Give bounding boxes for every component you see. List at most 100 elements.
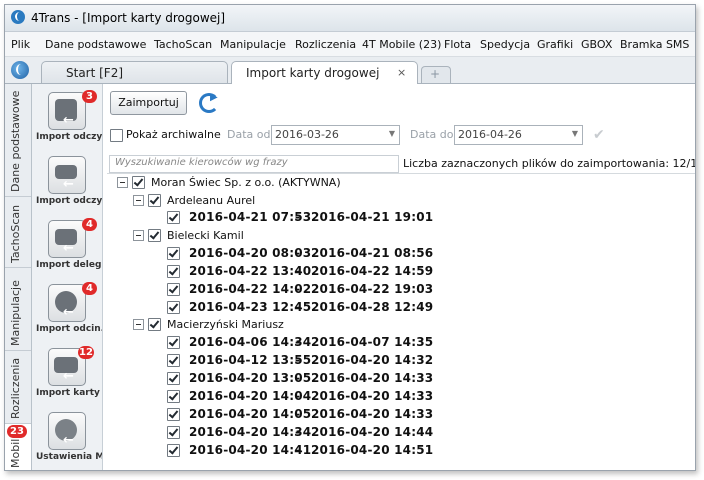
date-to-field[interactable]: 2016-04-26 ▼ (454, 125, 583, 145)
side-tab-manipulacje[interactable]: Manipulacje (5, 268, 31, 351)
date-from-field[interactable]: 2016-03-26 ▼ (271, 125, 400, 145)
driver-card-import-icon: ← (48, 92, 86, 130)
panel-item-label: Import odczy... (36, 132, 102, 142)
panel-item-truck-card-import[interactable]: ← 12 Import karty ... (32, 344, 102, 408)
record-separator: - (295, 335, 301, 349)
driver-checkbox[interactable] (148, 318, 161, 331)
close-icon[interactable]: × (397, 66, 406, 79)
panel-item-vehicle-import[interactable]: ← Import odczy... (32, 152, 102, 216)
import-button[interactable]: Zaimportuj (110, 91, 187, 115)
menu-rozliczenia[interactable]: Rozliczenia (295, 38, 356, 51)
record-start: 2016-04-21 07:53 (189, 210, 312, 224)
search-placeholder: Wyszukiwanie kierowców wg frazy (115, 157, 288, 168)
window-title: 4Trans - [Import karty drogowej] (31, 11, 226, 25)
menu-gbox[interactable]: GBOX (581, 38, 612, 51)
record-start: 2016-04-20 14:05 (189, 407, 312, 421)
menu-plik[interactable]: Plik (11, 38, 30, 51)
menu-4t-mobile[interactable]: 4T Mobile (23) (362, 38, 441, 51)
route-import-icon: ← (48, 284, 86, 322)
record-start: 2016-04-12 13:55 (189, 353, 312, 367)
record-checkbox[interactable] (167, 426, 180, 439)
record-checkbox[interactable] (167, 408, 180, 421)
record-start: 2016-04-20 14:04 (189, 389, 312, 403)
record-start: 2016-04-20 14:34 (189, 425, 312, 439)
record-checkbox[interactable] (167, 283, 180, 296)
apply-filter-check-icon[interactable]: ✔ (593, 127, 605, 143)
panel-item-route-import[interactable]: ← 4 Import odcin... (32, 280, 102, 344)
tab-import-label: Import karty drogowej (246, 66, 380, 80)
record-start: 2016-04-20 08:03 (189, 246, 312, 260)
record-separator: - (295, 425, 301, 439)
date-from-value: 2016-03-26 (275, 128, 339, 141)
notification-badge: 4 (82, 282, 97, 295)
module-panel: ← 3 Import odczy... ← Import odczy... ← … (32, 84, 103, 470)
record-checkbox[interactable] (167, 336, 180, 349)
expand-toggle-icon[interactable] (117, 177, 128, 188)
menu-bramka-sms[interactable]: Bramka SMS (620, 38, 689, 51)
side-tab-dane-podstawowe[interactable]: Dane podstawowe (5, 84, 31, 197)
driver-name: Macierzyński Mariusz (167, 318, 284, 331)
record-checkbox[interactable] (167, 265, 180, 278)
driver-checkbox[interactable] (148, 194, 161, 207)
side-tab-rozliczenia[interactable]: Rozliczenia (5, 351, 31, 424)
tab-import-karty-drogowej[interactable]: Import karty drogowej × (231, 61, 418, 84)
panel-item-driver-card-import[interactable]: ← 3 Import odczy... (32, 88, 102, 152)
record-start: 2016-04-20 13:05 (189, 371, 312, 385)
chevron-down-icon[interactable]: ▼ (389, 129, 395, 138)
panel-item-delegation-import[interactable]: ← 4 Import deleg... (32, 216, 102, 280)
company-checkbox[interactable] (132, 176, 145, 189)
notification-badge: 12 (78, 346, 94, 359)
record-end: 2016-04-20 14:51 (311, 443, 434, 457)
panel-item-label: Import odcin... (36, 324, 102, 334)
driver-search-input[interactable]: Wyszukiwanie kierowców wg frazy (109, 155, 399, 173)
refresh-icon[interactable]: ▶ (197, 91, 221, 113)
plus-icon: + (430, 67, 441, 81)
record-end: 2016-04-22 14:59 (311, 264, 434, 278)
record-separator: - (295, 210, 301, 224)
record-checkbox[interactable] (167, 247, 180, 260)
mobile-count-badge: 23 (7, 425, 27, 438)
expand-toggle-icon[interactable] (133, 195, 144, 206)
record-checkbox[interactable] (167, 390, 180, 403)
side-tab-label: Rozliczenia (9, 357, 22, 419)
record-separator: - (295, 389, 301, 403)
record-separator: - (295, 282, 301, 296)
date-to-label: Data do (410, 128, 454, 141)
menu-dane-podstawowe[interactable]: Dane podstawowe (45, 38, 146, 51)
menu-tachoscan[interactable]: TachoScan (154, 38, 212, 51)
app-window: 4Trans - [Import karty drogowej] Plik Da… (4, 4, 696, 471)
new-tab-button[interactable]: + (421, 66, 451, 83)
gear-icon: ← (48, 412, 86, 450)
record-separator: - (295, 443, 301, 457)
record-end: 2016-04-28 12:49 (311, 300, 434, 314)
side-tab-label: Manipulacje (9, 280, 22, 346)
record-checkbox[interactable] (167, 444, 180, 457)
record-checkbox[interactable] (167, 354, 180, 367)
record-start: 2016-04-23 12:45 (189, 300, 312, 314)
notification-badge: 3 (82, 90, 97, 103)
side-tab-bar: Dane podstawowe TachoScan Manipulacje Ro… (5, 84, 32, 470)
driver-checkbox[interactable] (148, 229, 161, 242)
expand-toggle-icon[interactable] (133, 230, 144, 241)
record-checkbox[interactable] (167, 301, 180, 314)
record-end: 2016-04-20 14:33 (311, 371, 434, 385)
tab-start[interactable]: Start [F2] (41, 61, 228, 83)
notification-badge: 4 (82, 218, 97, 231)
app-logo-icon (11, 10, 25, 24)
tab-start-label: Start [F2] (66, 66, 124, 80)
menu-manipulacje[interactable]: Manipulacje (220, 38, 286, 51)
record-separator: - (295, 246, 301, 260)
show-archive-checkbox[interactable] (110, 129, 123, 142)
chevron-down-icon[interactable]: ▼ (572, 129, 578, 138)
record-start: 2016-04-20 14:41 (189, 443, 312, 457)
home-logo-icon[interactable] (11, 61, 29, 79)
menu-spedycja[interactable]: Spedycja (480, 38, 530, 51)
record-checkbox[interactable] (167, 211, 180, 224)
panel-item-mobile-settings[interactable]: ← Ustawienia M... (32, 408, 102, 470)
menu-flota[interactable]: Flota (444, 38, 471, 51)
side-tab-tachoscan[interactable]: TachoScan (5, 197, 31, 268)
record-checkbox[interactable] (167, 372, 180, 385)
menu-grafiki[interactable]: Grafiki (537, 38, 573, 51)
expand-toggle-icon[interactable] (133, 319, 144, 330)
panel-item-label: Import karty ... (36, 388, 102, 398)
